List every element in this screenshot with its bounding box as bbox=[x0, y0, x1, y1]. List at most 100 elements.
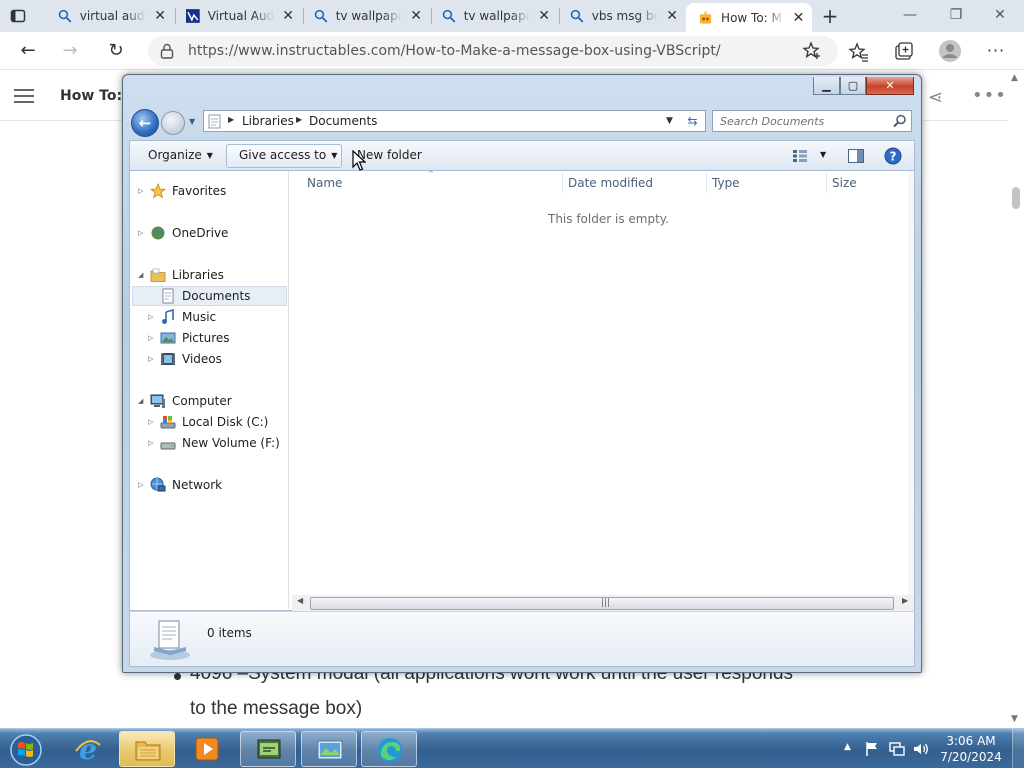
scroll-down-icon[interactable]: ▼ bbox=[1011, 714, 1018, 724]
nav-libraries[interactable]: ◢ Libraries bbox=[138, 265, 224, 285]
preview-pane-icon[interactable] bbox=[848, 149, 864, 163]
forward-button[interactable]: → bbox=[58, 39, 82, 63]
show-desktop-button[interactable] bbox=[1012, 729, 1024, 768]
breadcrumb-separator-icon[interactable]: ▶ bbox=[296, 115, 302, 124]
expand-icon[interactable]: ▷ bbox=[138, 229, 148, 237]
explorer-back-button[interactable]: ← bbox=[131, 109, 159, 137]
action-center-flag-icon[interactable] bbox=[864, 741, 880, 757]
tab-how-to-message-box[interactable]: How To: M ✕ bbox=[686, 3, 812, 32]
close-icon[interactable]: ✕ bbox=[152, 8, 168, 24]
taskbar-edge[interactable] bbox=[361, 731, 417, 767]
address-bar[interactable]: https://www.instructables.com/How-to-Mak… bbox=[148, 36, 838, 66]
taskbar-internet-explorer[interactable]: e bbox=[60, 731, 116, 767]
refresh-icon[interactable]: ⇆ bbox=[680, 110, 706, 132]
settings-more-button[interactable]: ··· bbox=[984, 39, 1008, 63]
file-list[interactable]: Name ^ Date modified Type Size This fold… bbox=[290, 170, 914, 611]
more-options-icon[interactable]: ••• bbox=[972, 85, 1007, 106]
collapse-icon[interactable]: ◢ bbox=[138, 397, 148, 405]
system-clock[interactable]: 3:06 AM 7/20/2024 bbox=[936, 733, 1006, 765]
restore-button[interactable]: ❐ bbox=[942, 4, 970, 26]
page-scrollbar[interactable]: ▲ ▼ bbox=[1008, 71, 1024, 728]
expand-icon[interactable]: ▷ bbox=[148, 313, 158, 321]
add-favorite-icon[interactable] bbox=[802, 41, 822, 61]
expand-icon[interactable]: ▷ bbox=[148, 355, 158, 363]
address-dropdown-icon[interactable]: ▼ bbox=[666, 116, 673, 126]
recent-pages-icon[interactable]: ▼ bbox=[189, 117, 195, 126]
close-icon[interactable]: ✕ bbox=[536, 8, 552, 24]
breadcrumb-separator-icon[interactable]: ▶ bbox=[228, 115, 234, 124]
column-header-size[interactable]: Size bbox=[832, 176, 857, 190]
view-options-icon[interactable] bbox=[793, 150, 807, 162]
scroll-up-icon[interactable]: ▲ bbox=[1011, 73, 1018, 83]
close-icon[interactable]: ✕ bbox=[664, 8, 680, 24]
close-icon[interactable]: ✕ bbox=[280, 8, 296, 24]
nav-videos[interactable]: ▷ Videos bbox=[148, 349, 222, 369]
taskbar-file-explorer[interactable] bbox=[119, 731, 175, 767]
scroll-left-icon[interactable]: ◀ bbox=[297, 596, 303, 605]
tab-actions-icon[interactable] bbox=[10, 8, 26, 24]
search-icon[interactable] bbox=[893, 114, 907, 128]
tab-virtual-audio[interactable]: virtual audio ✕ bbox=[46, 3, 174, 29]
help-icon[interactable]: ? bbox=[884, 147, 902, 165]
scroll-thumb[interactable] bbox=[1012, 187, 1020, 209]
breadcrumb-libraries[interactable]: Libraries bbox=[242, 114, 294, 128]
horizontal-scroll-thumb[interactable]: ||| bbox=[310, 597, 894, 610]
nav-music[interactable]: ▷ Music bbox=[148, 307, 216, 327]
tab-vbs-msg-box[interactable]: vbs msg bo ✕ bbox=[558, 3, 686, 29]
explorer-minimize-button[interactable]: ▁ bbox=[813, 77, 840, 95]
collections-icon[interactable] bbox=[893, 41, 915, 63]
new-tab-button[interactable]: + bbox=[820, 6, 840, 26]
volume-icon[interactable] bbox=[913, 741, 929, 757]
tab-tv-wallpaper-1[interactable]: tv wallpape ✕ bbox=[302, 3, 430, 29]
expand-icon[interactable]: ▷ bbox=[138, 187, 148, 195]
nav-local-disk-c[interactable]: ▷ Local Disk (C:) bbox=[148, 412, 268, 432]
nav-documents[interactable]: Documents bbox=[148, 286, 250, 306]
expand-icon[interactable]: ▷ bbox=[148, 334, 158, 342]
close-window-button[interactable]: ✕ bbox=[986, 4, 1014, 26]
nav-network[interactable]: ▷ Network bbox=[138, 475, 222, 495]
give-access-button[interactable]: Give access to ▼ bbox=[239, 148, 337, 162]
column-divider[interactable] bbox=[562, 173, 563, 193]
breadcrumb-documents[interactable]: Documents bbox=[309, 114, 377, 128]
nav-favorites[interactable]: ▷ Favorites bbox=[138, 181, 226, 201]
share-icon[interactable]: ⋖ bbox=[928, 87, 943, 108]
new-folder-button[interactable]: New folder bbox=[357, 148, 422, 162]
column-divider[interactable] bbox=[706, 173, 707, 193]
vertical-scrollbar[interactable] bbox=[908, 171, 914, 595]
show-hidden-icons-icon[interactable]: ▲ bbox=[844, 742, 860, 758]
back-button[interactable]: ← bbox=[16, 39, 40, 63]
network-status-icon[interactable] bbox=[889, 741, 905, 757]
horizontal-scrollbar[interactable]: ◀ ||| ▶ bbox=[292, 595, 914, 611]
expand-icon[interactable]: ▷ bbox=[148, 418, 158, 426]
column-divider[interactable] bbox=[826, 173, 827, 193]
nav-computer[interactable]: ◢ Computer bbox=[138, 391, 232, 411]
column-header-type[interactable]: Type bbox=[712, 176, 740, 190]
menu-icon[interactable] bbox=[14, 89, 34, 103]
view-dropdown-icon[interactable]: ▼ bbox=[820, 150, 826, 159]
column-header-name[interactable]: Name bbox=[307, 176, 342, 190]
nav-new-volume-f[interactable]: ▷ New Volume (F:) bbox=[148, 433, 280, 453]
explorer-forward-button[interactable] bbox=[161, 111, 185, 135]
nav-onedrive[interactable]: ▷ OneDrive bbox=[138, 223, 228, 243]
taskbar-app-window[interactable] bbox=[240, 731, 296, 767]
profile-avatar-icon[interactable] bbox=[938, 39, 962, 63]
close-icon[interactable]: ✕ bbox=[791, 10, 806, 26]
explorer-address-bar[interactable]: ▶ Libraries ▶ Documents ▼ bbox=[203, 110, 705, 132]
scroll-right-icon[interactable]: ▶ bbox=[902, 596, 908, 605]
minimize-button[interactable]: — bbox=[896, 4, 924, 26]
expand-icon[interactable]: ▷ bbox=[138, 481, 148, 489]
organize-button[interactable]: Organize ▼ bbox=[148, 148, 213, 162]
explorer-maximize-button[interactable]: ▢ bbox=[840, 77, 866, 95]
column-header-date-modified[interactable]: Date modified bbox=[568, 176, 653, 190]
explorer-close-button[interactable]: ✕ bbox=[866, 77, 914, 95]
refresh-button[interactable]: ↻ bbox=[104, 39, 128, 63]
explorer-search-input[interactable]: Search Documents bbox=[712, 110, 912, 132]
close-icon[interactable]: ✕ bbox=[408, 8, 424, 24]
collapse-icon[interactable]: ◢ bbox=[138, 271, 148, 279]
tab-tv-wallpaper-2[interactable]: tv wallpape ✕ bbox=[430, 3, 558, 29]
favorites-icon[interactable] bbox=[848, 41, 870, 63]
expand-icon[interactable]: ▷ bbox=[148, 439, 158, 447]
nav-pictures[interactable]: ▷ Pictures bbox=[148, 328, 230, 348]
start-button-icon[interactable] bbox=[4, 730, 44, 768]
taskbar-media-player[interactable] bbox=[179, 731, 235, 767]
